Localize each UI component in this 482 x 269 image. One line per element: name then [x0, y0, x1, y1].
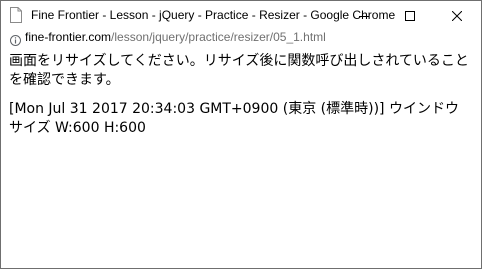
url-path: /lesson/jquery/practice/resizer/05_1.htm… — [111, 30, 326, 44]
url-host: fine-frontier.com — [25, 30, 112, 44]
minimize-icon — [359, 15, 369, 17]
maximize-icon — [405, 10, 415, 21]
close-button[interactable] — [434, 1, 480, 30]
document-icon — [10, 7, 22, 23]
browser-window: Fine Frontier - Lesson - jQuery - Practi… — [0, 0, 482, 269]
page-content: 画面をリサイズしてください。リサイズ後に関数呼び出しされていることを確認できます… — [9, 52, 469, 138]
address-bar[interactable]: fine-frontier.com/lesson/jquery/practice… — [1, 30, 481, 46]
info-icon[interactable] — [10, 31, 21, 46]
resize-log-text: [Mon Jul 31 2017 20:34:03 GMT+0900 (東京 (… — [9, 101, 459, 136]
minimize-button[interactable] — [341, 1, 387, 30]
instruction-text: 画面をリサイズしてください。リサイズ後に関数呼び出しされていることを確認できます… — [9, 53, 469, 88]
title-bar[interactable]: Fine Frontier - Lesson - jQuery - Practi… — [1, 1, 481, 30]
url-text[interactable]: fine-frontier.com/lesson/jquery/practice… — [25, 30, 326, 44]
close-icon — [452, 10, 462, 21]
maximize-button[interactable] — [387, 1, 433, 30]
